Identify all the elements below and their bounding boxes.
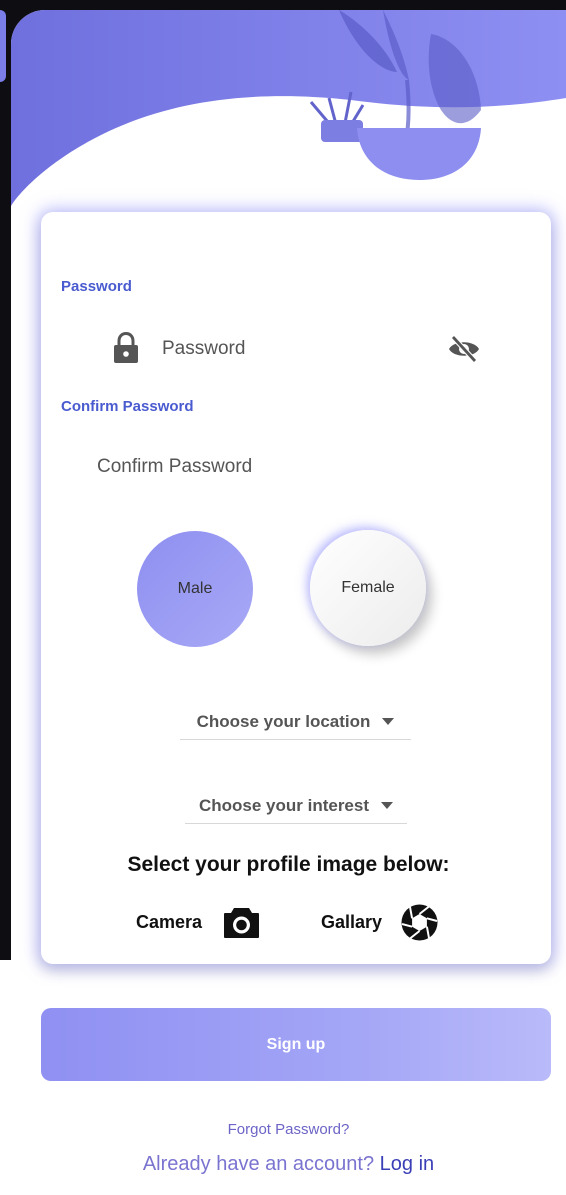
gender-female-button[interactable]: Female (310, 530, 426, 646)
already-have-account-text: Already have an account? (142, 1153, 375, 1175)
gender-female-label: Female (341, 579, 395, 596)
login-link[interactable]: Log in (380, 1153, 435, 1175)
signup-button-label: Sign up (266, 1035, 326, 1053)
aperture-icon[interactable] (401, 904, 438, 941)
eye-off-icon[interactable] (447, 334, 481, 364)
location-dropdown-label: Choose your location (196, 711, 371, 731)
password-input[interactable]: Password (162, 338, 245, 360)
location-dropdown[interactable]: Choose your location (180, 704, 411, 740)
password-label: Password (61, 278, 132, 295)
profile-image-heading: Select your profile image below: (127, 853, 450, 876)
confirm-password-input[interactable]: Confirm Password (97, 456, 252, 478)
previous-screen-edge (0, 10, 6, 82)
signup-screen: Password Password Confirm Password Confi… (11, 10, 566, 1195)
interest-dropdown-label: Choose your interest (198, 795, 370, 815)
signup-button[interactable]: Sign up (41, 1008, 551, 1081)
lock-icon (114, 332, 138, 363)
confirm-password-label: Confirm Password (61, 398, 194, 415)
gender-male-button[interactable]: Male (137, 531, 253, 647)
camera-option-label[interactable]: Camera (136, 912, 202, 933)
interest-dropdown[interactable]: Choose your interest (185, 788, 407, 824)
login-prompt: Already have an account? Log in (11, 1153, 566, 1176)
gender-male-label: Male (177, 580, 213, 597)
camera-icon[interactable] (223, 906, 260, 939)
gallery-option-label[interactable]: Gallary (321, 912, 382, 933)
chevron-down-icon (382, 718, 395, 725)
chevron-down-icon (381, 802, 394, 809)
signup-form-card (41, 212, 551, 964)
forgot-password-link[interactable]: Forgot Password? (11, 1121, 566, 1138)
